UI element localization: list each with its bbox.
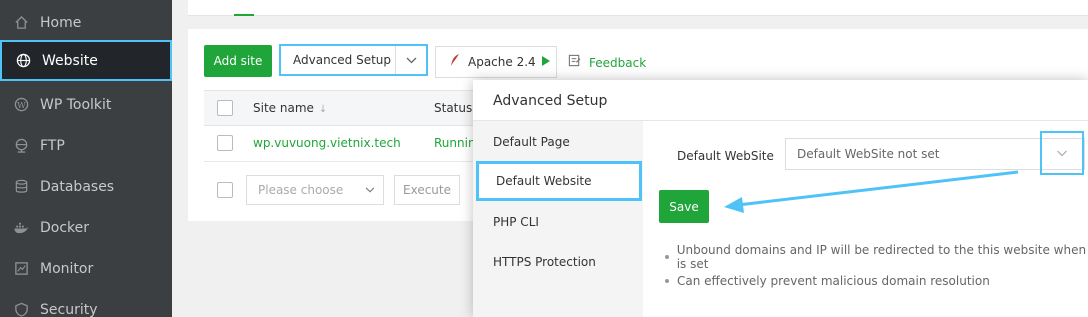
active-tab-indicator [234,14,254,16]
advanced-setup-label: Advanced Setup [293,53,392,67]
dialog-content: Default WebSite Default WebSite not set … [643,121,1088,317]
execute-button[interactable]: Execute [394,175,460,205]
batch-action-select[interactable]: Please choose [246,175,384,205]
sidebar-item-label: Docker [40,219,90,236]
batch-checkbox[interactable] [217,182,233,198]
sidebar-item-label: Databases [40,178,115,195]
sidebar: Home Website W WP Toolkit FTP Databases … [0,0,172,317]
column-site-name[interactable]: Site name ↓ [253,101,327,115]
ftp-globe-icon [13,138,29,154]
sidebar-item-label: Monitor [40,260,94,277]
globe-icon [15,53,31,69]
sidebar-item-wp-toolkit[interactable]: W WP Toolkit [0,84,172,125]
sidebar-item-label: Home [40,14,82,31]
column-site-name-label: Site name [253,101,314,115]
sidebar-item-home[interactable]: Home [0,2,172,43]
tab-php-cli[interactable]: PHP CLI [473,202,643,242]
tip-text: Unbound domains and IP will be redirecte… [676,243,1087,271]
tab-https-protection[interactable]: HTTPS Protection [473,242,643,282]
tip-item: Unbound domains and IP will be redirecte… [665,243,1088,271]
chevron-down-icon[interactable] [1040,131,1084,175]
site-name-link[interactable]: wp.vuvuong.vietnix.tech [253,136,401,150]
sidebar-item-label: Security [40,301,98,317]
tab-strip [188,0,1088,16]
monitor-icon [13,261,29,277]
play-icon [541,55,550,69]
tab-default-website[interactable]: Default Website [476,161,642,201]
column-status: Status [434,101,473,115]
advanced-setup-dialog: Advanced Setup Default Page Default Webs… [473,80,1088,317]
sidebar-item-security[interactable]: Security [0,289,172,317]
tab-default-page[interactable]: Default Page [473,122,643,162]
svg-text:W: W [17,100,26,110]
sort-icon: ↓ [318,104,328,115]
add-site-button[interactable]: Add site [204,45,272,77]
apache-label: Apache 2.4 [468,55,536,69]
chevron-down-icon [365,183,375,196]
advanced-setup-button[interactable]: Advanced Setup [279,44,428,76]
dialog-title: Advanced Setup [493,93,608,109]
feedback-icon [568,54,581,71]
tips-list: Unbound domains and IP will be redirecte… [665,243,1088,293]
sidebar-item-docker[interactable]: Docker [0,207,172,248]
shield-icon [13,302,29,317]
wordpress-icon: W [13,97,29,113]
sidebar-item-ftp[interactable]: FTP [0,125,172,166]
sidebar-item-label: WP Toolkit [40,96,112,113]
batch-placeholder: Please choose [258,183,344,197]
save-button[interactable]: Save [659,190,709,223]
sidebar-item-monitor[interactable]: Monitor [0,248,172,289]
dialog-sidebar: Default Page Default Website PHP CLI HTT… [473,121,643,317]
sidebar-item-label: FTP [40,137,65,154]
tip-item: Can effectively prevent malicious domain… [665,269,1088,293]
home-icon [13,15,29,31]
default-website-value: Default WebSite not set [797,147,940,161]
feedback-label: Feedback [589,55,647,70]
dialog-header: Advanced Setup [473,80,1088,121]
bullet-icon [665,279,669,283]
bullet-icon [665,255,669,259]
row-checkbox[interactable] [217,135,233,151]
default-website-label: Default WebSite [677,149,774,163]
tip-text: Can effectively prevent malicious domain… [677,274,990,288]
database-icon [13,179,29,195]
feather-icon [450,53,460,71]
apache-version-button[interactable]: Apache 2.4 [435,46,557,78]
chevron-down-icon[interactable] [396,57,426,64]
docker-icon [13,220,29,236]
feedback-link[interactable]: Feedback [568,54,646,71]
sidebar-item-databases[interactable]: Databases [0,166,172,207]
sidebar-item-label: Website [42,52,98,69]
select-all-checkbox[interactable] [217,100,233,116]
sidebar-item-website[interactable]: Website [0,40,172,81]
